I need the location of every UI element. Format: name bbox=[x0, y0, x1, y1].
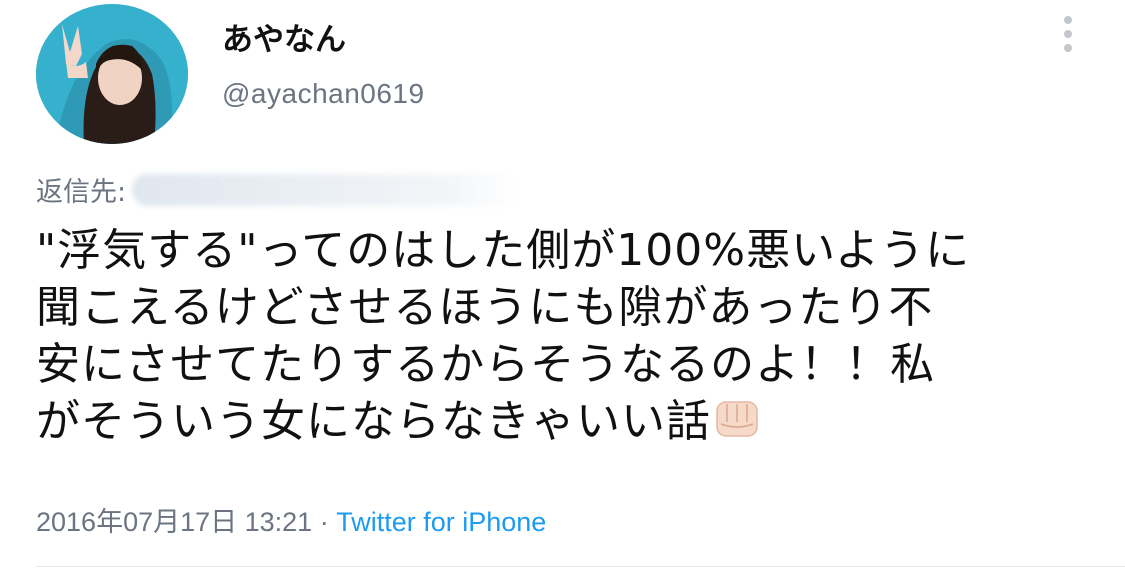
tweet-text-line-last: がそういう女にならなきゃいい話 bbox=[36, 393, 1096, 450]
reply-target-redacted[interactable] bbox=[132, 173, 523, 206]
more-dot-icon bbox=[1064, 30, 1072, 38]
more-dot-icon bbox=[1064, 16, 1072, 24]
fist-emoji-icon bbox=[716, 401, 758, 437]
reply-to-line: 返信先: bbox=[36, 170, 523, 209]
source-link[interactable]: Twitter for iPhone bbox=[336, 507, 546, 537]
more-options-button[interactable] bbox=[1054, 12, 1082, 56]
tweet-text-line: がそういう女にならなきゃいい話 bbox=[36, 396, 711, 447]
tweet-text-line: 安にさせてたりするからそうなるのよ！！私 bbox=[36, 339, 936, 390]
avatar[interactable] bbox=[36, 4, 188, 144]
reply-to-label: 返信先: bbox=[36, 177, 127, 208]
tweet-meta: 2016年07月17日 13:21 · Twitter for iPhone bbox=[36, 500, 546, 539]
tweet-text-line: 聞こえるけどさせるほうにも隙があったり不 bbox=[36, 282, 934, 333]
tweet-text: "浮気する"ってのはした側が100%悪いように 聞こえるけどさせるほうにも隙があ… bbox=[36, 222, 1096, 450]
tweet-text-line: "浮気する"ってのはした側が100%悪いように bbox=[36, 225, 971, 276]
user-handle[interactable]: @ayachan0619 bbox=[222, 78, 425, 110]
tweet-card: あやなん @ayachan0619 返信先: "浮気する"ってのはした側が100… bbox=[0, 0, 1125, 571]
divider bbox=[36, 566, 1125, 567]
avatar-photo bbox=[36, 4, 188, 144]
more-dot-icon bbox=[1064, 44, 1072, 52]
timestamp[interactable]: 2016年07月17日 13:21 bbox=[36, 507, 312, 537]
display-name[interactable]: あやなん bbox=[222, 14, 346, 59]
meta-separator: · bbox=[312, 507, 337, 537]
